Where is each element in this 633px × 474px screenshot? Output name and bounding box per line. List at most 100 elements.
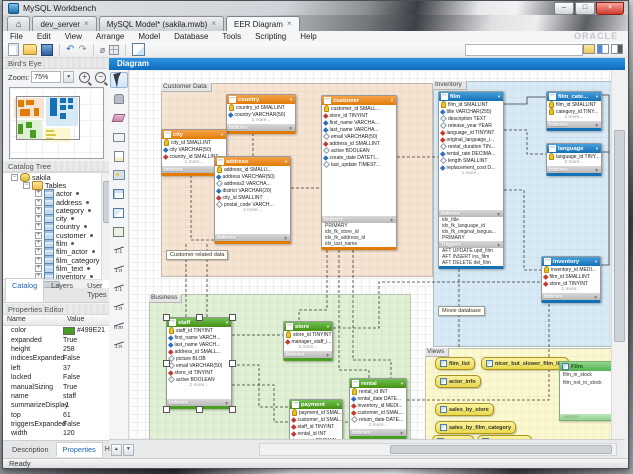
history-up-icon[interactable]: ▲: [111, 444, 122, 456]
toggle-right-panel-icon[interactable]: [611, 44, 623, 54]
collapse-arrow-icon[interactable]: ▼: [336, 402, 340, 407]
rel-nm-tool[interactable]: n:m: [110, 319, 128, 335]
eraser-tool[interactable]: [110, 110, 128, 126]
table-header[interactable]: inventory▼: [542, 257, 600, 266]
table-payment[interactable]: payment▼payment_id SMAL...customer_id SM…: [289, 399, 343, 440]
section-bar-indexes[interactable]: Indexes►: [167, 399, 231, 406]
view-sales_by_film_category[interactable]: sales_by_film_category: [435, 421, 516, 434]
menu-item[interactable]: Arrange: [89, 32, 131, 41]
document-tab[interactable]: dev_server ×: [32, 16, 96, 31]
redo-icon[interactable]: ↷: [78, 45, 86, 55]
menu-item[interactable]: View: [58, 32, 89, 41]
no-align-icon[interactable]: ø: [100, 45, 106, 55]
expand-icon[interactable]: +: [35, 265, 42, 272]
selection-handle[interactable]: [229, 406, 236, 413]
expand-icon[interactable]: +: [35, 215, 42, 222]
menu-item[interactable]: Help: [293, 32, 323, 41]
table-rental[interactable]: rental▼rental_id INTrental_date DATE...i…: [349, 378, 407, 439]
undo-icon[interactable]: ↶: [66, 45, 74, 55]
collapse-arrow-icon[interactable]: ▼: [220, 132, 224, 137]
maximize-button[interactable]: □: [575, 2, 595, 15]
table-header[interactable]: film▼: [439, 92, 503, 101]
grid-icon[interactable]: [109, 45, 119, 55]
routine-item[interactable]: film_not_in_stock: [560, 379, 613, 387]
diagram-title-bar[interactable]: Diagram: [109, 58, 625, 70]
sidebar-tab[interactable]: Layers: [44, 278, 80, 302]
view-nicer_but_slower_film_list[interactable]: nicer_but_slower_film_list: [481, 357, 569, 370]
section-bar-indexes[interactable]: Indexes►: [547, 166, 601, 173]
collapse-arrow-icon[interactable]: ▼: [595, 94, 599, 99]
toggle-left-panel-icon[interactable]: [597, 44, 609, 54]
view-sales_by_store[interactable]: sales_by_store: [435, 403, 494, 416]
property-row[interactable]: left37: [3, 364, 109, 373]
table-header[interactable]: country▼: [227, 95, 295, 104]
editor-tab[interactable]: Description: [5, 442, 56, 457]
expand-icon[interactable]: +: [35, 190, 42, 197]
selection-handle[interactable]: [196, 406, 203, 413]
more-columns-label[interactable]: 2 more...: [215, 208, 290, 214]
layer-tool[interactable]: [110, 129, 128, 145]
property-row[interactable]: namestaff: [3, 392, 109, 401]
property-row[interactable]: color#499E21: [3, 326, 109, 335]
close-icon[interactable]: ×: [84, 20, 89, 28]
menu-item[interactable]: Scripting: [248, 32, 293, 41]
collapse-arrow-icon[interactable]: ▼: [284, 159, 288, 164]
image-tool[interactable]: [110, 167, 128, 183]
table-header[interactable]: rental▼: [350, 379, 406, 388]
section-bar-indexes[interactable]: Indexes►: [227, 124, 295, 131]
search-input[interactable]: [465, 44, 583, 56]
canvas-vertical-scrollbar[interactable]: [611, 70, 625, 440]
property-row[interactable]: top61: [3, 411, 109, 420]
routine-group-header[interactable]: Film▼: [560, 362, 613, 371]
shortcut-icon[interactable]: [583, 44, 595, 54]
property-row[interactable]: height258: [3, 345, 109, 354]
selection-handle[interactable]: [163, 406, 170, 413]
close-icon[interactable]: ×: [211, 20, 216, 28]
section-bar-indexes[interactable]: Indexes►: [439, 210, 503, 217]
routine-group-Film[interactable]: Film▼film_in_stockfilm_not_in_stockrouti…: [559, 361, 613, 421]
pan-tool[interactable]: [110, 91, 128, 107]
rel-1n-id-tool[interactable]: 1:n: [110, 300, 128, 316]
collapse-arrow-icon[interactable]: ▼: [289, 97, 293, 102]
property-row[interactable]: width120: [3, 429, 109, 438]
table-staff[interactable]: staff▼staff_id TINYINTfirst_name VARCH..…: [166, 317, 232, 409]
diagram-canvas[interactable]: Customer DataInventoryBusinessViewscount…: [129, 70, 613, 440]
table-tool[interactable]: [110, 186, 128, 202]
collapse-arrow-icon[interactable]: ▼: [595, 146, 599, 151]
tree-vertical-scrollbar[interactable]: [101, 173, 109, 280]
selection-handle[interactable]: [229, 360, 236, 367]
view-film_list[interactable]: film_list: [435, 357, 475, 370]
save-icon[interactable]: [41, 44, 53, 56]
new-document-icon[interactable]: [8, 43, 19, 56]
close-icon[interactable]: ×: [287, 20, 292, 28]
section-bar-triggers[interactable]: Triggers►: [439, 241, 503, 248]
menu-item[interactable]: Edit: [30, 32, 58, 41]
expand-icon[interactable]: +: [35, 248, 42, 255]
expand-icon[interactable]: +: [35, 240, 42, 247]
section-bar-indexes[interactable]: Indexes►: [322, 216, 396, 223]
note-tool[interactable]: [110, 148, 128, 164]
sidebar-tab[interactable]: Catalog: [5, 278, 44, 302]
table-header[interactable]: address▼: [215, 157, 290, 166]
expand-icon[interactable]: +: [35, 257, 42, 264]
view-tool[interactable]: [110, 205, 128, 221]
selection-handle[interactable]: [163, 360, 170, 367]
rel-1n-tool[interactable]: 1:n: [110, 262, 128, 278]
document-tab[interactable]: MySQL Model* (sakila.mwb) ×: [99, 16, 224, 31]
table-header[interactable]: city▼: [162, 130, 226, 139]
minimize-button[interactable]: –: [554, 2, 574, 15]
table-header[interactable]: store▼: [284, 322, 332, 331]
rel-11-id-tool[interactable]: 1:1: [110, 281, 128, 297]
property-row[interactable]: indicesExpandedFalse: [3, 354, 109, 363]
note-customer-related-data[interactable]: Customer related data: [166, 250, 228, 260]
zoom-in-icon[interactable]: +: [79, 72, 90, 83]
canvas-horizontal-scrollbar[interactable]: [259, 443, 617, 456]
home-tab[interactable]: ⌂: [7, 16, 30, 31]
table-inventory[interactable]: inventory▼inventory_id MEDI...film_id SM…: [541, 256, 601, 303]
section-bar-indexes[interactable]: Indexes►: [215, 234, 290, 241]
section-bar-indexes[interactable]: Indexes►: [350, 429, 406, 436]
table-header[interactable]: payment▼: [290, 400, 342, 409]
zoom-dropdown-icon[interactable]: ▼: [63, 71, 74, 83]
property-row[interactable]: expandedTrue: [3, 335, 109, 344]
zoom-out-icon[interactable]: −: [95, 72, 106, 83]
